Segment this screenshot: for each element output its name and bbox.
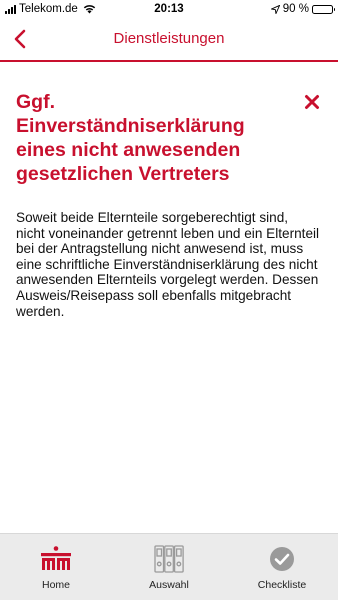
navigation-bar: Dienstleistungen <box>0 20 338 62</box>
binders-icon <box>154 545 184 573</box>
tab-label-auswahl: Auswahl <box>149 579 189 591</box>
detail-title: Ggf. Einverständniserklärung eines nicht… <box>16 91 245 185</box>
close-icon[interactable] <box>304 94 320 110</box>
tab-label-home: Home <box>41 579 70 591</box>
battery-icon <box>312 4 335 14</box>
city-logo-icon <box>41 546 71 570</box>
location-arrow-icon <box>270 4 280 14</box>
status-bar: Telekom.de 20:13 90 % <box>0 0 338 20</box>
nav-title: Dienstleistungen <box>113 30 225 47</box>
battery-group: 90 % <box>270 3 335 15</box>
detail-body: Soweit beide Elternteile sorgeberechtigt… <box>16 210 320 319</box>
tab-bar: Home Auswahl Checkliste <box>0 533 338 600</box>
checkmark-circle-icon <box>270 547 294 571</box>
tab-checkliste[interactable]: Checkliste <box>226 534 338 600</box>
tab-home[interactable]: Home <box>0 534 112 600</box>
tab-label-checkliste: Checkliste <box>257 579 307 591</box>
battery-percent: 90 % <box>282 3 309 15</box>
tab-auswahl[interactable]: Auswahl <box>113 534 225 600</box>
detail-content: Ggf. Einverständniserklärung eines nicht… <box>16 90 320 319</box>
